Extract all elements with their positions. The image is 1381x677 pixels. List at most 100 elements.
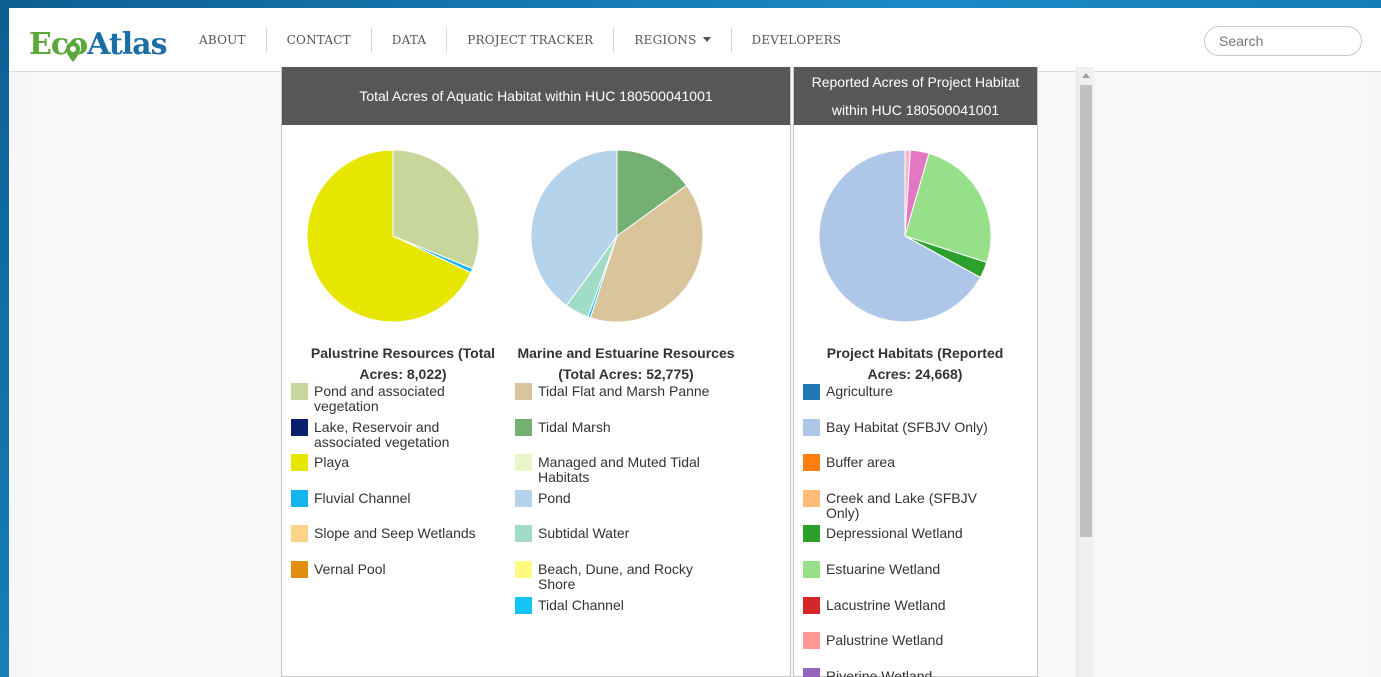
search-input[interactable] <box>1204 26 1362 56</box>
legend-swatch <box>803 560 820 578</box>
legend-label: Pond <box>538 489 571 506</box>
legend-label: Buffer area <box>826 454 896 471</box>
legend-swatch <box>515 418 532 436</box>
legend-item[interactable]: Subtidal Water <box>515 525 720 562</box>
panel-title-line-1: Reported Acres of Project Habitat <box>811 74 1020 90</box>
legend-label: Vernal Pool <box>314 560 386 577</box>
chart-title-line-1: Marine and Estuarine Resources <box>517 345 735 361</box>
legend-item[interactable]: Estuarine Wetland <box>803 560 1008 598</box>
logo-text-at: At <box>87 27 123 62</box>
legend-swatch <box>803 525 820 543</box>
legend-swatch <box>803 384 820 400</box>
palustrine-legend: Pond and associated vegetation Lake, Rese… <box>291 383 491 598</box>
legend-item[interactable]: Lake, Reservoir and associated vegetatio… <box>291 418 491 456</box>
legend-label: Estuarine Wetland <box>826 560 941 577</box>
legend-swatch <box>515 489 532 507</box>
legend-label: Managed and Muted Tidal Habitats <box>538 454 700 486</box>
caret-down-icon <box>702 36 711 42</box>
nav-regions-label: REGIONS <box>634 33 697 47</box>
marine-estuarine-pie-chart <box>530 149 704 323</box>
marine-chart-title: Marine and Estuarine Resources (Total Ac… <box>510 343 742 385</box>
legend-swatch <box>515 454 532 472</box>
palustrine-chart-title: Palustrine Resources (Total Acres: 8,022… <box>303 343 503 385</box>
legend-swatch <box>803 667 820 677</box>
legend-swatch <box>291 454 308 472</box>
legend-item[interactable]: Managed and Muted Tidal Habitats <box>515 454 720 491</box>
project-habitats-pie-chart <box>818 149 992 323</box>
legend-item[interactable]: Tidal Marsh <box>515 418 720 456</box>
legend-label: Pond and associated vegetation <box>314 383 445 414</box>
main-nav: ABOUT CONTACT DATA PROJECT TRACKER REGIO… <box>179 8 861 72</box>
marine-legend: Tidal Flat and Marsh Panne Tidal Marsh Man… <box>515 383 720 634</box>
panel-title-line-2: within HUC 180500041001 <box>831 102 1000 118</box>
legend-swatch <box>291 383 308 400</box>
legend-item[interactable]: Tidal Flat and Marsh Panne <box>515 383 720 420</box>
legend-swatch <box>291 560 308 578</box>
chart-title-line-2: (Total Acres: 52,775) <box>558 366 694 382</box>
nav-developers[interactable]: DEVELOPERS <box>732 26 862 54</box>
legend-swatch <box>515 383 532 400</box>
legend-item[interactable]: Vernal Pool <box>291 560 491 598</box>
legend-label: Fluvial Channel <box>314 489 411 506</box>
chart-title-line-1: Palustrine Resources (Total <box>310 345 496 361</box>
panel-title: Reported Acres of Project Habitat within… <box>794 67 1037 125</box>
legend-label: Palustrine Wetland <box>826 632 944 649</box>
nav-data[interactable]: DATA <box>372 26 446 54</box>
legend-item[interactable]: Pond and associated vegetation <box>291 383 491 420</box>
logo-text-las: las <box>121 27 168 62</box>
legend-item[interactable]: Slope and Seep Wetlands <box>291 525 491 562</box>
legend-label: Tidal Marsh <box>538 418 611 435</box>
legend-label: Lacustrine Wetland <box>826 596 946 613</box>
legend-label: Creek and Lake (SFBJV Only) <box>826 489 977 521</box>
legend-item[interactable]: Creek and Lake (SFBJV Only) <box>803 489 1008 527</box>
scroll-up-arrow-icon[interactable] <box>1082 73 1090 78</box>
legend-label: Tidal Channel <box>538 596 624 613</box>
legend-swatch <box>515 525 532 543</box>
palustrine-pie-chart <box>306 149 480 323</box>
nav-about[interactable]: ABOUT <box>179 26 266 54</box>
legend-item[interactable]: Buffer area <box>803 454 1008 491</box>
legend-label: Agriculture <box>826 384 893 399</box>
legend-swatch <box>803 489 820 507</box>
nav-project-tracker[interactable]: PROJECT TRACKER <box>447 26 613 54</box>
legend-item[interactable]: Pond <box>515 489 720 527</box>
legend-label: Bay Habitat (SFBJV Only) <box>826 418 988 435</box>
legend-item[interactable]: Palustrine Wetland <box>803 632 1008 669</box>
legend-item[interactable]: Playa <box>291 454 491 491</box>
chart-title-line-2: Acres: 8,022) <box>359 366 447 382</box>
legend-swatch <box>515 596 532 614</box>
legend-item[interactable]: Depressional Wetland <box>803 525 1008 562</box>
legend-label: Lake, Reservoir and associated vegetatio… <box>314 418 450 450</box>
legend-swatch <box>803 418 820 436</box>
legend-label: Beach, Dune, and Rocky Shore <box>538 560 693 592</box>
map-pin-icon <box>66 42 80 62</box>
panel-scrollbar[interactable] <box>1076 67 1094 677</box>
scroll-thumb[interactable] <box>1080 85 1092 537</box>
legend-swatch <box>803 632 820 650</box>
legend-swatch <box>515 560 532 578</box>
legend-swatch <box>803 596 820 614</box>
panel-title: Total Acres of Aquatic Habitat within HU… <box>282 67 790 125</box>
legend-item[interactable]: Agriculture <box>803 384 1008 420</box>
legend-item[interactable]: Beach, Dune, and Rocky Shore <box>515 560 720 598</box>
legend-label: Subtidal Water <box>538 525 630 542</box>
legend-label: Depressional Wetland <box>826 525 963 542</box>
project-legend: Agriculture Bay Habitat (SFBJV Only) Buffe… <box>803 384 1008 677</box>
project-chart-title: Project Habitats (Reported Acres: 24,668… <box>814 343 1016 385</box>
legend-label: Riverine Wetland <box>826 667 933 677</box>
chart-title-line-2: Acres: 24,668) <box>867 366 963 382</box>
ecoatlas-logo[interactable]: Eco At las <box>29 18 167 62</box>
nav-contact[interactable]: CONTACT <box>267 26 371 54</box>
legend-swatch <box>291 489 308 507</box>
chart-title-line-1: Project Habitats (Reported <box>826 345 1004 361</box>
legend-label: Tidal Flat and Marsh Panne <box>538 383 710 399</box>
legend-item[interactable]: Lacustrine Wetland <box>803 596 1008 634</box>
nav-regions-dropdown[interactable]: REGIONS <box>614 26 730 54</box>
legend-item[interactable]: Fluvial Channel <box>291 489 491 527</box>
legend-label: Slope and Seep Wetlands <box>314 525 476 542</box>
legend-item[interactable]: Bay Habitat (SFBJV Only) <box>803 418 1008 456</box>
legend-item[interactable]: Riverine Wetland <box>803 667 1008 677</box>
legend-item[interactable]: Tidal Channel <box>515 596 720 634</box>
legend-swatch <box>291 525 308 543</box>
legend-swatch <box>803 454 820 472</box>
